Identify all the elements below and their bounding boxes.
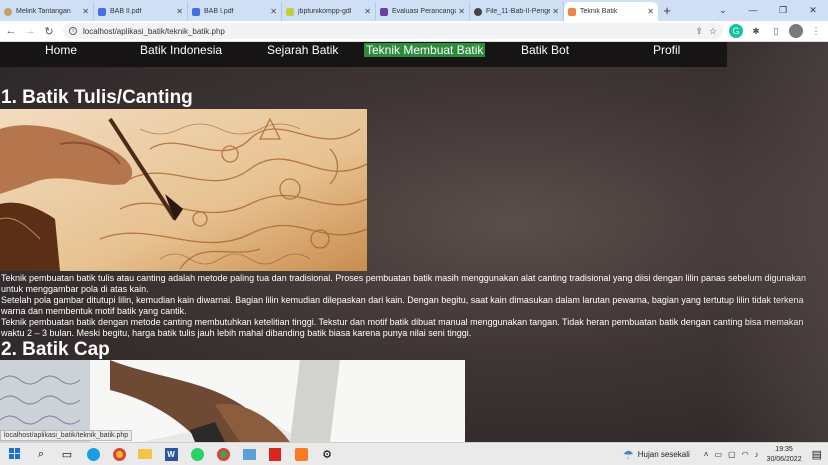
tab-favicon-icon <box>568 7 576 16</box>
app-icon[interactable] <box>238 445 260 463</box>
close-tab-icon[interactable]: ✕ <box>458 7 465 16</box>
whatsapp-icon[interactable] <box>186 445 208 463</box>
extensions-puzzle-icon[interactable]: ✱ <box>749 24 763 38</box>
section-title-batik-tulis: 1. Batik Tulis/Canting <box>1 87 193 108</box>
browser-tab[interactable]: jbptunikompp-gdl ✕ <box>282 2 376 21</box>
clock-time: 19:35 <box>775 445 793 453</box>
tab-title: Melirik Tantangan <box>16 8 71 15</box>
browser-tab-active[interactable]: Teknik Batik ✕ <box>564 2 658 21</box>
acrobat-icon[interactable] <box>264 445 286 463</box>
grammarly-extension-icon[interactable]: G <box>729 24 743 38</box>
close-tab-icon[interactable]: ✕ <box>647 7 654 16</box>
tab-favicon-icon <box>4 7 12 16</box>
minimize-icon[interactable]: — <box>738 0 768 21</box>
nav-home[interactable]: Home <box>45 43 77 57</box>
windows-taskbar: ⌕ ▭ W ⚙ ☂ Hujan sesekali ˄ ▭ ▢ ◠ ♪ 19:35… <box>0 442 828 465</box>
settings-gear-icon[interactable]: ⚙ <box>316 445 338 463</box>
close-tab-icon[interactable]: ✕ <box>552 7 559 16</box>
url-text[interactable]: localhost/aplikasi_batik/teknik_batik.ph… <box>83 27 689 36</box>
tab-search-icon[interactable]: ⌄ <box>708 0 738 21</box>
nav-teknik-membuat-batik[interactable]: Teknik Membuat Batik <box>364 43 486 57</box>
task-view-icon[interactable]: ▭ <box>56 445 78 463</box>
back-arrow-icon[interactable]: ← <box>3 25 19 37</box>
weather-text: Hujan sesekali <box>637 450 690 459</box>
windows-start-icon[interactable] <box>4 445 26 463</box>
reload-icon[interactable]: ↻ <box>41 25 57 38</box>
nav-profil[interactable]: Profil <box>653 43 680 57</box>
globe-icon <box>474 7 482 16</box>
tab-title: Evaluasi Perancangan <box>392 8 457 15</box>
tab-title: BAB I.pdf <box>204 8 234 15</box>
display-icon[interactable]: ▢ <box>728 450 736 459</box>
site-info-icon[interactable]: i <box>69 27 77 35</box>
share-icon[interactable]: ⇪ <box>695 26 703 37</box>
close-tab-icon[interactable]: ✕ <box>364 7 371 16</box>
browser-toolbar: ← → ↻ i localhost/aplikasi_batik/teknik_… <box>0 21 828 42</box>
pdf-file-icon <box>192 7 200 16</box>
search-icon[interactable]: ⌕ <box>30 445 52 463</box>
close-tab-icon[interactable]: ✕ <box>82 7 89 16</box>
forward-arrow-icon[interactable]: → <box>22 25 38 37</box>
weather-widget[interactable]: ☂ Hujan sesekali <box>623 448 690 462</box>
nav-batik-indonesia[interactable]: Batik Indonesia <box>140 43 222 57</box>
browser-tab[interactable]: Melirik Tantangan ✕ <box>0 2 94 21</box>
chevron-up-icon[interactable]: ˄ <box>704 450 709 459</box>
paragraph: Teknik pembuatan batik dengan metode can… <box>1 317 804 338</box>
nav-sejarah-batik[interactable]: Sejarah Batik <box>267 43 338 57</box>
pdf-file-icon <box>98 7 106 16</box>
browser-tab[interactable]: BAB I.pdf ✕ <box>188 2 282 21</box>
tab-title: jbptunikompp-gdl <box>298 8 352 15</box>
menu-kebab-icon[interactable]: ⋮ <box>809 24 823 38</box>
notification-icon[interactable]: ▤ <box>812 448 822 461</box>
window-controls: ⌄ — ❐ ✕ <box>708 0 828 21</box>
edge-browser-icon[interactable] <box>82 445 104 463</box>
battery-icon[interactable]: ▭ <box>714 450 722 459</box>
rain-cloud-icon: ☂ <box>622 447 634 462</box>
browser-tab[interactable]: BAB II.pdf ✕ <box>94 2 188 21</box>
tab-title: File_11-Bab-II-Pengertian <box>486 8 551 15</box>
nav-batik-bot[interactable]: Batik Bot <box>521 43 569 57</box>
site-navigation: Home Batik Indonesia Sejarah Batik Tekni… <box>0 42 727 67</box>
chrome-icon[interactable] <box>212 445 234 463</box>
xampp-icon[interactable] <box>290 445 312 463</box>
file-explorer-icon[interactable] <box>134 445 156 463</box>
tab-favicon-icon <box>286 7 294 16</box>
batik-tulis-photo <box>0 109 367 271</box>
system-tray: ☂ Hujan sesekali ˄ ▭ ▢ ◠ ♪ 19:35 30/06/2… <box>623 443 828 465</box>
tab-favicon-icon <box>380 7 388 16</box>
tab-title: BAB II.pdf <box>110 8 142 15</box>
address-bar[interactable]: i localhost/aplikasi_batik/teknik_batik.… <box>63 23 723 39</box>
word-icon[interactable]: W <box>160 445 182 463</box>
close-tab-icon[interactable]: ✕ <box>176 7 183 16</box>
sidebar-icon[interactable]: ▯ <box>769 24 783 38</box>
wifi-icon[interactable]: ◠ <box>742 450 749 459</box>
tab-title: Teknik Batik <box>580 8 618 15</box>
new-tab-button[interactable]: + <box>658 2 676 21</box>
bookmark-star-icon[interactable]: ☆ <box>709 26 717 37</box>
status-url-preview: localhost/aplikasi_batik/teknik_batik.ph… <box>0 430 133 441</box>
paragraph: Setelah pola gambar ditutupi lilin, kemu… <box>1 295 804 316</box>
profile-avatar[interactable] <box>789 24 803 38</box>
close-tab-icon[interactable]: ✕ <box>270 7 277 16</box>
section-title-batik-cap: 2. Batik Cap <box>1 339 110 360</box>
browser-tab[interactable]: Evaluasi Perancangan ✕ <box>376 2 470 21</box>
restore-icon[interactable]: ❐ <box>768 0 798 21</box>
close-window-icon[interactable]: ✕ <box>798 0 828 21</box>
clock-date: 30/06/2022 <box>766 455 802 463</box>
browser-tab-strip: Melirik Tantangan ✕ BAB II.pdf ✕ BAB I.p… <box>0 0 828 21</box>
paragraph: Teknik pembuatan batik tulis atau cantin… <box>1 273 807 294</box>
browser-tab[interactable]: File_11-Bab-II-Pengertian ✕ <box>470 2 564 21</box>
chrome-icon[interactable] <box>108 445 130 463</box>
clock[interactable]: 19:35 30/06/2022 <box>767 445 802 465</box>
volume-icon[interactable]: ♪ <box>755 450 759 459</box>
page-viewport: Home Batik Indonesia Sejarah Batik Tekni… <box>0 42 828 442</box>
